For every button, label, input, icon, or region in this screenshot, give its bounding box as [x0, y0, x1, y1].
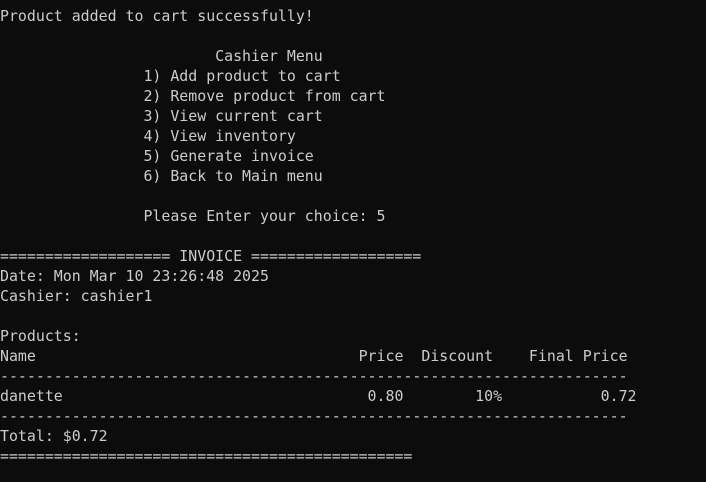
menu-option-view-inventory: 4) View inventory	[0, 127, 296, 145]
table-separator: ----------------------------------------…	[0, 367, 628, 385]
choice-prompt: Please Enter your choice: 5	[0, 207, 386, 225]
menu-option-view-cart: 3) View current cart	[0, 107, 323, 125]
products-label: Products:	[0, 327, 81, 345]
invoice-footer-rule: ========================================…	[0, 447, 413, 465]
menu-option-generate-invoice: 5) Generate invoice	[0, 147, 314, 165]
menu-option-add-product: 1) Add product to cart	[0, 67, 341, 85]
invoice-cashier: Cashier: cashier1	[0, 287, 153, 305]
console-output[interactable]: Product added to cart successfully! Cash…	[0, 6, 706, 482]
menu-title: Cashier Menu	[0, 47, 323, 65]
menu-option-back-main-menu: 6) Back to Main menu	[0, 167, 323, 185]
invoice-header: =================== INVOICE ============…	[0, 247, 422, 265]
products-table-header: Name Price Discount Final Price	[0, 347, 628, 365]
table-row: danette 0.80 10% 0.72	[0, 387, 637, 405]
status-message: Product added to cart successfully!	[0, 7, 314, 25]
invoice-total: Total: $0.72	[0, 427, 108, 445]
invoice-date: Date: Mon Mar 10 23:26:48 2025	[0, 267, 269, 285]
menu-option-remove-product: 2) Remove product from cart	[0, 87, 386, 105]
table-separator: ----------------------------------------…	[0, 407, 628, 425]
